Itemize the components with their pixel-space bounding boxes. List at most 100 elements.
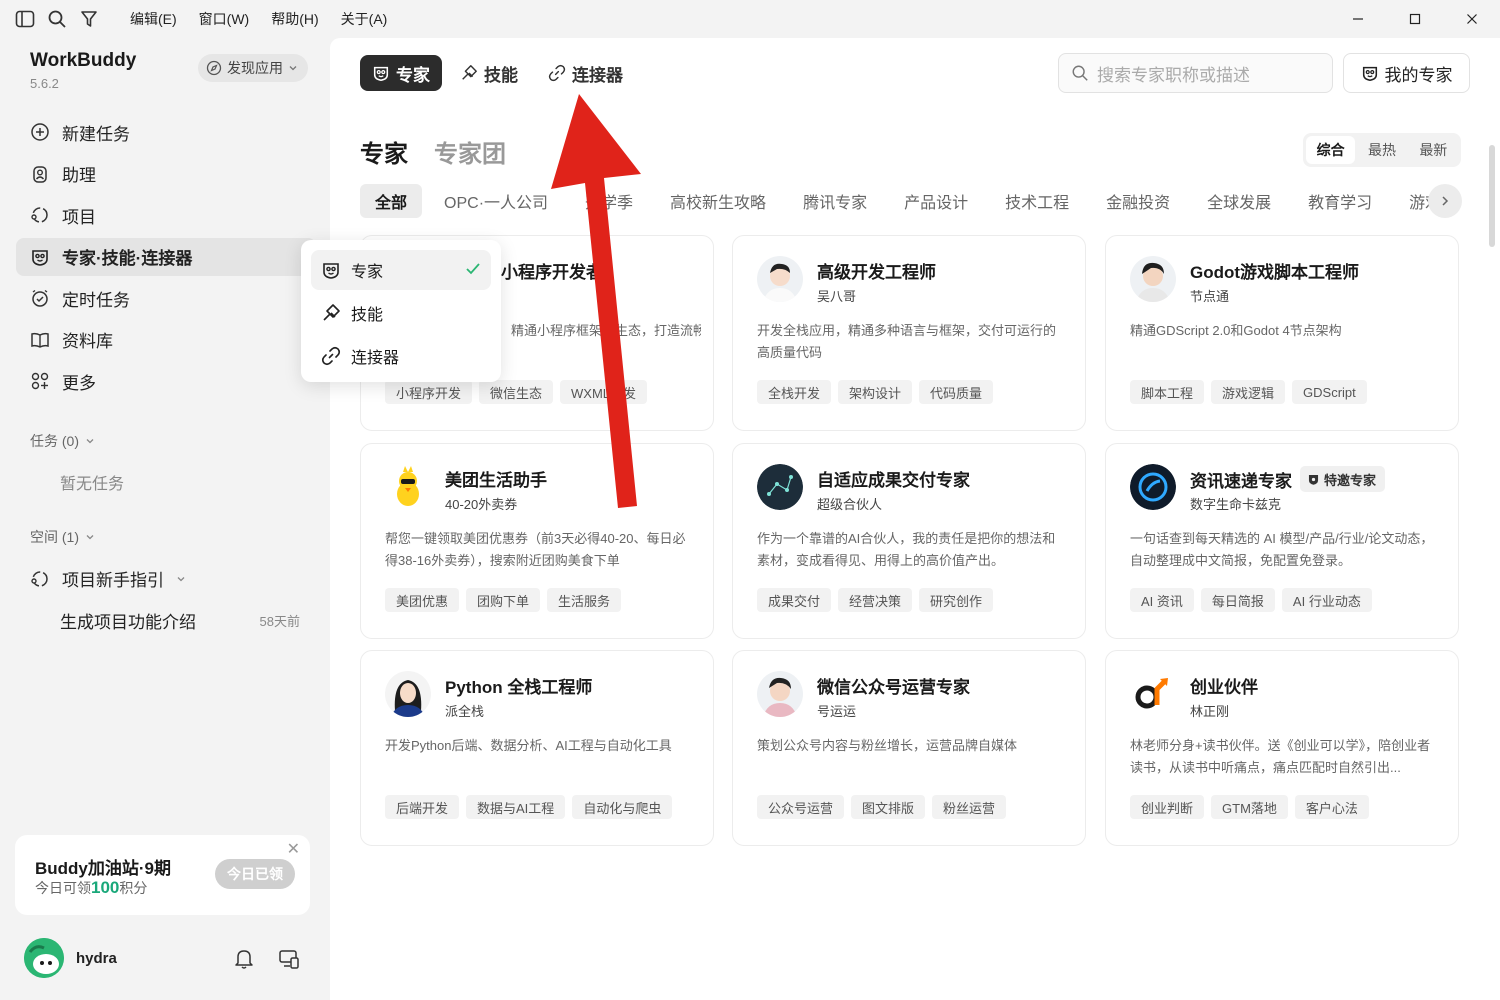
expert-icon (30, 247, 50, 267)
search-input[interactable]: 搜索专家职称或描述 (1058, 53, 1333, 93)
expert-card[interactable]: 资讯速递专家 特邀专家 数字生命卡兹克 一句话查到每天精选的 AI 模型/产品/… (1105, 443, 1459, 639)
close-button[interactable] (1443, 0, 1500, 38)
expert-name: Python 全栈工程师 (445, 678, 593, 697)
app-name: WorkBuddy (30, 50, 137, 71)
sidebar-item-experts-skills-connectors[interactable]: 专家·技能·连接器 (16, 237, 316, 276)
avatar (757, 671, 803, 717)
expert-name: 小程序开发者 (501, 263, 603, 282)
tab-skills[interactable]: 技能 (448, 55, 530, 91)
sidebar-item-label: 专家·技能·连接器 (62, 249, 193, 268)
expert-card[interactable]: Python 全栈工程师 派全栈 开发Python后端、数据分析、AI工程与自动… (360, 650, 714, 846)
sidebar-item-scheduled-tasks[interactable]: 定时任务 (16, 279, 316, 317)
sort-toggle: 综合 最热 最新 (1303, 133, 1461, 167)
devices-icon[interactable] (278, 948, 300, 970)
maximize-button[interactable] (1386, 0, 1443, 38)
menu-bar: 编辑(E) 窗口(W) 帮助(H) 关于(A) (130, 9, 387, 29)
expert-card[interactable]: 美团生活助手 40-20外卖券 帮您一键领取美团优惠券（前3天必得40-20、每… (360, 443, 714, 639)
more-icon (30, 371, 50, 391)
expert-card[interactable]: 创业伙伴 林正刚 林老师分身+读书伙伴。送《创业可以学》，陪创业者读书，从读书中… (1105, 650, 1459, 846)
space-header-label: 空间 (1) (30, 529, 79, 545)
filter-icon[interactable] (78, 8, 100, 30)
sidebar-item-library[interactable]: 资料库 (16, 321, 316, 359)
tasks-section-header[interactable]: 任务 (0) (30, 431, 95, 451)
project-sub-title: 生成项目功能介绍 (60, 613, 196, 632)
category-next-button[interactable] (1428, 184, 1462, 218)
category-all[interactable]: 全部 (360, 184, 423, 218)
tasks-header-label: 任务 (0) (30, 433, 79, 449)
expert-card[interactable]: 微信公众号运营专家 号运运 策划公众号内容与粉丝增长，运营品牌自媒体 公众号运营… (732, 650, 1086, 846)
expert-name: 创业伙伴 (1190, 678, 1258, 697)
my-experts-button[interactable]: 我的专家 (1343, 53, 1470, 93)
category-product-design[interactable]: 产品设计 (889, 184, 983, 218)
category-tencent[interactable]: 腾讯专家 (788, 184, 882, 218)
user-name: hydra (76, 949, 117, 967)
search-icon[interactable] (46, 8, 68, 30)
tag: 经营决策 (838, 588, 913, 612)
sidebar-item-more[interactable]: 更多 (16, 362, 316, 400)
popup-item-connectors[interactable]: 连接器 (311, 336, 491, 376)
tag: 架构设计 (838, 380, 913, 404)
category-finance[interactable]: 金融投资 (1091, 184, 1185, 218)
expert-name-text: 资讯速递专家 (1190, 471, 1292, 491)
popup-item-skills[interactable]: 技能 (311, 293, 491, 333)
expert-desc: 作为一个靠谱的AI合伙人，我的责任是把你的想法和素材，变成看得见、用得上的高价值… (757, 531, 1056, 568)
promo-card: Buddy加油站·9期 今日可领100积分 今日已领 ✕ (15, 835, 310, 915)
expert-name: 美团生活助手 (445, 471, 547, 490)
project-sub-item[interactable]: 生成项目功能介绍 58天前 (60, 608, 300, 633)
link-icon (548, 64, 566, 82)
menu-window[interactable]: 窗口(W) (199, 9, 250, 29)
category-school-season[interactable]: 开学季 (570, 184, 648, 218)
chevron-down-icon (86, 535, 94, 540)
expert-author: 号运运 (817, 704, 857, 719)
expert-author: 派全栈 (445, 704, 485, 719)
heading-experts[interactable]: 专家 (360, 134, 408, 169)
category-opc[interactable]: OPC·一人公司 (429, 184, 563, 218)
tab-label: 专家 (396, 65, 430, 85)
promo-claim-button[interactable]: 今日已领 (215, 859, 295, 889)
sidebar-toggle-icon[interactable] (14, 8, 36, 30)
assistant-icon (30, 164, 50, 184)
menu-about[interactable]: 关于(A) (341, 9, 388, 29)
sidebar-item-label: 新建任务 (62, 124, 130, 144)
space-section-header[interactable]: 空间 (1) (30, 527, 95, 547)
tag: 创业判断 (1130, 795, 1205, 819)
bell-icon[interactable] (234, 948, 254, 970)
shield-icon (1308, 474, 1319, 485)
tag: 小程序开发 (385, 380, 473, 404)
category-global[interactable]: 全球发展 (1192, 184, 1286, 218)
expert-card[interactable]: 自适应成果交付专家 超级合伙人 作为一个靠谱的AI合伙人，我的责任是把你的想法和… (732, 443, 1086, 639)
expert-tags: 美团优惠 团购下单 生活服务 (385, 588, 622, 612)
popup-item-experts[interactable]: 专家 (311, 250, 491, 290)
project-guide-item[interactable]: 项目新手指引 (30, 566, 186, 591)
invited-expert-badge: 特邀专家 (1300, 466, 1386, 492)
heading-expert-teams[interactable]: 专家团 (434, 134, 506, 169)
clock-icon (30, 288, 50, 308)
sidebar-item-project[interactable]: 项目 (16, 196, 316, 234)
expert-desc: 一句话查到每天精选的 AI 模型/产品/行业/论文动态，自动整理成中文简报，免配… (1130, 531, 1434, 568)
expert-card[interactable]: 高级开发工程师 吴八哥 开发全栈应用，精通多种语言与框架，交付可运行的高质量代码… (732, 235, 1086, 431)
sort-overall[interactable]: 综合 (1306, 136, 1356, 164)
user-profile[interactable]: hydra (24, 938, 117, 978)
sidebar-item-new-task[interactable]: 新建任务 (16, 113, 316, 151)
minimize-button[interactable] (1329, 0, 1386, 38)
tab-experts[interactable]: 专家 (360, 55, 442, 91)
category-freshman[interactable]: 高校新生攻略 (655, 184, 781, 218)
expert-tags: 成果交付 经营决策 研究创作 (757, 588, 994, 612)
discover-apps-button[interactable]: 发现应用 (198, 54, 308, 82)
scrollbar[interactable] (1489, 145, 1495, 247)
menu-help[interactable]: 帮助(H) (271, 9, 318, 29)
category-tabs: 全部 OPC·一人公司 开学季 高校新生攻略 腾讯专家 产品设计 技术工程 金融… (360, 184, 1460, 218)
avatar (757, 256, 803, 302)
tab-connectors[interactable]: 连接器 (536, 55, 635, 91)
promo-close-icon[interactable]: ✕ (287, 839, 300, 859)
category-engineering[interactable]: 技术工程 (990, 184, 1084, 218)
sort-newest[interactable]: 最新 (1409, 136, 1458, 164)
sort-hottest[interactable]: 最热 (1357, 136, 1406, 164)
expert-tags: AI 资讯 每日简报 AI 行业动态 (1130, 588, 1372, 612)
menu-edit[interactable]: 编辑(E) (130, 9, 177, 29)
avatar (24, 938, 64, 978)
expert-card[interactable]: Godot游戏脚本工程师 节点通 精通GDScript 2.0和Godot 4节… (1105, 235, 1459, 431)
expert-desc: 策划公众号内容与粉丝增长，运营品牌自媒体 (757, 738, 1018, 753)
sidebar-item-assistant[interactable]: 助理 (16, 155, 316, 193)
category-education[interactable]: 教育学习 (1293, 184, 1387, 218)
